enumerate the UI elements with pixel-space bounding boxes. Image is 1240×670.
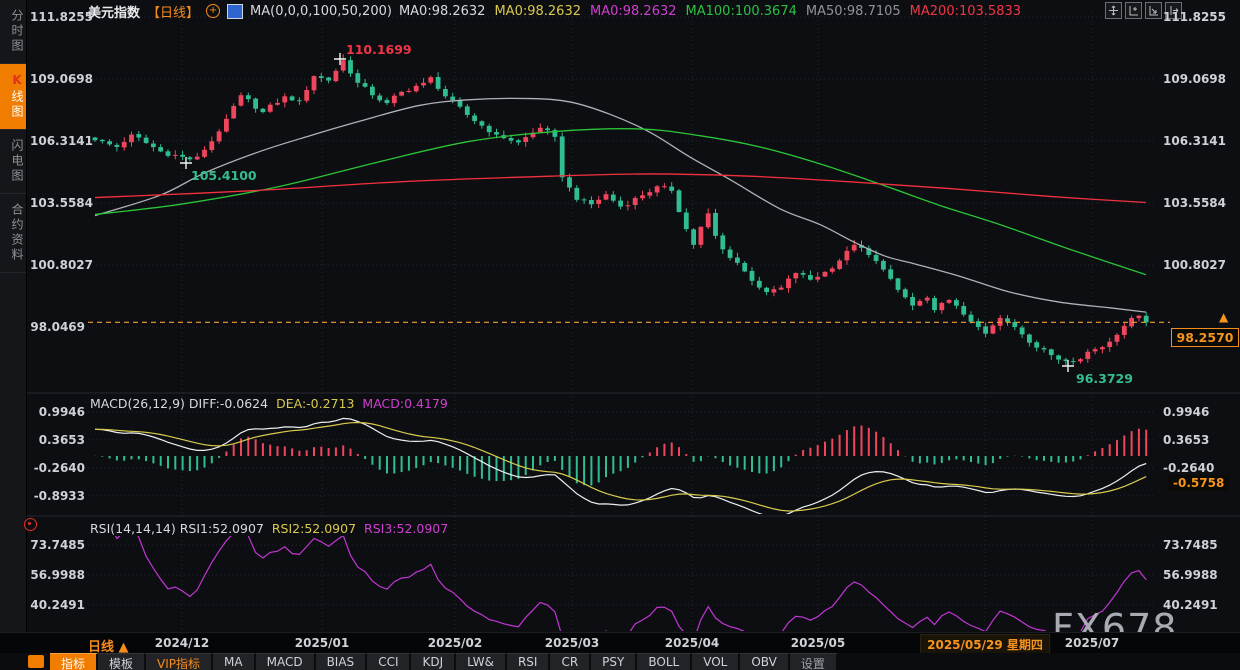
- quick-menu-icon[interactable]: [28, 655, 44, 668]
- mini-chart-icon[interactable]: [227, 4, 243, 19]
- chart-header: 美元指数 【日线】 + MA(0,0,0,100,50,200) MA0:98.…: [88, 3, 1030, 19]
- scale-x-icon[interactable]: [1145, 2, 1162, 19]
- price-axis-left-tick: 109.0698: [30, 72, 85, 86]
- tab-obv[interactable]: OBV: [740, 653, 790, 670]
- macd-current-badge: -0.5758: [1168, 475, 1229, 491]
- ma-values: MA0:98.2632 MA0:98.2632 MA0:98.2632 MA100:1…: [399, 4, 1030, 19]
- price-axis-left-tick: 106.3141: [30, 134, 85, 148]
- ma-value: MA100:100.3674: [686, 4, 797, 19]
- macd-header: MACD(26,12,9) DIFF:-0.0624 DEA:-0.2713 MAC…: [90, 396, 456, 411]
- low-price-label-1: 105.4100: [191, 168, 257, 183]
- trading-app-window: 分时图K线图闪电图合约资料 美元指数 【日线】 + MA(0,0,0,100,5…: [0, 0, 1240, 670]
- pan-icon[interactable]: [1105, 2, 1122, 19]
- tab-macd[interactable]: MACD: [256, 653, 316, 670]
- macd-axis-right-tick: -0.2640: [1163, 461, 1214, 475]
- tab-bias[interactable]: BIAS: [316, 653, 368, 670]
- tab-settings[interactable]: 设置: [790, 653, 838, 670]
- rsi-axis-left-tick: 56.9988: [30, 568, 85, 582]
- symbol-title: 美元指数: [88, 2, 140, 21]
- rsi-header-part: RSI3:52.0907: [364, 521, 448, 536]
- tab-vip[interactable]: VIP指标: [146, 653, 213, 670]
- ma-value: MA0:98.2632: [399, 4, 486, 19]
- date-tick-label: 2025/01: [295, 636, 349, 650]
- price-axis-right-tick: 103.5584: [1163, 196, 1226, 210]
- macd-axis-left-tick: 0.3653: [30, 433, 85, 447]
- rsi-axis-right-tick: 56.9988: [1163, 568, 1218, 582]
- macd-axis-left-tick: -0.8933: [30, 489, 85, 503]
- rsi-axis-left-tick: 40.2491: [30, 598, 85, 612]
- ma-value: MA50:98.7105: [806, 4, 901, 19]
- ma-params: MA(0,0,0,100,50,200): [250, 4, 392, 19]
- tab-cci[interactable]: CCI: [367, 653, 411, 670]
- date-tick-label: 2025/03: [545, 636, 599, 650]
- ma-value: MA0:98.2632: [494, 4, 581, 19]
- rsi-axis-right-tick: 73.7485: [1163, 538, 1218, 552]
- rsi-axis-left-tick: 73.7485: [30, 538, 85, 552]
- expand-icon[interactable]: +: [206, 4, 220, 18]
- price-axis-right-tick: 100.8027: [1163, 258, 1226, 272]
- ma-value: MA200:103.5833: [910, 4, 1021, 19]
- tab-vol[interactable]: VOL: [692, 653, 740, 670]
- price-arrow-icon: ▲: [1219, 310, 1228, 324]
- macd-axis-left-tick: -0.2640: [30, 461, 85, 475]
- tab-lwr[interactable]: LW&: [456, 653, 507, 670]
- scale-y-icon[interactable]: [1125, 2, 1142, 19]
- indicator-toolbar: 指标模板VIP指标MAMACDBIASCCIKDJLW&RSICRPSYBOLL…: [0, 653, 1240, 670]
- sidebar-item-contract-info[interactable]: 合约资料: [0, 194, 26, 273]
- ma-value: MA0:98.2632: [590, 4, 677, 19]
- price-axis-left-tick: 98.0469: [30, 320, 85, 334]
- rsi-header-part: RSI(14,14,14) RSI1:52.0907: [90, 521, 264, 536]
- tab-cr[interactable]: CR: [550, 653, 591, 670]
- tab-kdj[interactable]: KDJ: [411, 653, 456, 670]
- date-tick-label: 2025/02: [428, 636, 482, 650]
- macd-axis-left-tick: 0.9946: [30, 405, 85, 419]
- macd-header-part: MACD(26,12,9) DIFF:-0.0624: [90, 396, 268, 411]
- tab-rsi[interactable]: RSI: [507, 653, 551, 670]
- tab-template[interactable]: 模板: [98, 653, 146, 670]
- macd-header-part: DEA:-0.2713: [276, 396, 354, 411]
- price-axis-left-tick: 103.5584: [30, 196, 85, 210]
- high-price-label: 110.1699: [346, 42, 412, 57]
- macd-header-part: MACD:0.4179: [362, 396, 447, 411]
- low-price-label-2: 96.3729: [1076, 371, 1133, 386]
- rsi-header-part: RSI2:52.0907: [272, 521, 356, 536]
- chart-type-sidebar: 分时图K线图闪电图合约资料: [0, 0, 27, 652]
- date-tick-label: 2024/12: [155, 636, 209, 650]
- date-tick-label: 2025/04: [665, 636, 719, 650]
- date-axis-row: 日线 ▲ 2024/122025/012025/022025/032025/04…: [0, 632, 1240, 654]
- price-axis-right-tick: 111.8255: [1163, 10, 1226, 24]
- chart-canvas[interactable]: [0, 0, 1240, 670]
- tab-indicator[interactable]: 指标: [50, 653, 98, 670]
- tab-boll[interactable]: BOLL: [637, 653, 692, 670]
- sidebar-accent-char: K: [10, 73, 24, 90]
- current-price-badge: 98.2570: [1171, 328, 1239, 347]
- tab-ma[interactable]: MA: [213, 653, 256, 670]
- price-axis-left-tick: 100.8027: [30, 258, 85, 272]
- alarm-icon[interactable]: [24, 518, 37, 531]
- date-tick-label: 2025/05: [791, 636, 845, 650]
- sidebar-item-flash[interactable]: 闪电图: [0, 130, 26, 194]
- rsi-header: RSI(14,14,14) RSI1:52.0907 RSI2:52.0907 RS…: [90, 521, 456, 536]
- price-axis-right-tick: 106.3141: [1163, 134, 1226, 148]
- period-tag: 【日线】: [147, 2, 199, 21]
- sidebar-item-timeshare[interactable]: 分时图: [0, 0, 26, 64]
- sidebar-item-kline[interactable]: K线图: [0, 64, 26, 130]
- macd-axis-right-tick: 0.9946: [1163, 405, 1209, 419]
- price-axis-left-tick: 111.8255: [30, 10, 85, 24]
- date-tick-label: 2025/07: [1065, 636, 1119, 650]
- crosshair-date-label: 2025/05/29 星期四: [920, 634, 1050, 655]
- tab-psy[interactable]: PSY: [591, 653, 637, 670]
- macd-axis-right-tick: 0.3653: [1163, 433, 1209, 447]
- price-axis-right-tick: 109.0698: [1163, 72, 1226, 86]
